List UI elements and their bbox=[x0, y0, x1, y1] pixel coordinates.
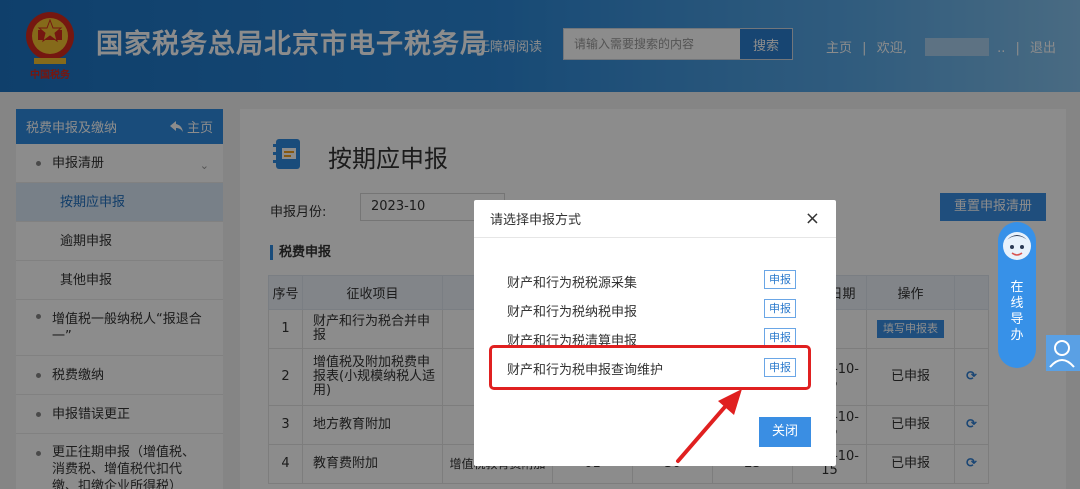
highlight-box bbox=[489, 345, 811, 390]
user-icon bbox=[1049, 340, 1075, 368]
declare-button-source-collection[interactable]: 申报 bbox=[764, 270, 796, 289]
user-service-icon[interactable] bbox=[1046, 335, 1080, 371]
dialog-header: 请选择申报方式 × bbox=[474, 200, 836, 238]
online-guide-widget[interactable]: 在线导办 bbox=[998, 222, 1036, 368]
assistant-avatar-icon bbox=[1003, 232, 1031, 260]
dialog-title: 请选择申报方式 bbox=[490, 213, 582, 228]
red-arrow-icon bbox=[676, 389, 742, 463]
close-button[interactable]: 关闭 bbox=[759, 417, 811, 447]
declaration-method-dialog: 请选择申报方式 × 财产和行为税税源采集 申报 财产和行为税纳税申报 申报 财产… bbox=[474, 200, 836, 466]
option-label: 财产和行为税纳税申报 bbox=[507, 305, 638, 320]
declare-button-tax-declaration[interactable]: 申报 bbox=[764, 299, 796, 318]
option-label: 财产和行为税税源采集 bbox=[507, 276, 638, 291]
close-icon[interactable]: × bbox=[805, 208, 820, 229]
online-guide-label: 在线导办 bbox=[1010, 280, 1024, 343]
